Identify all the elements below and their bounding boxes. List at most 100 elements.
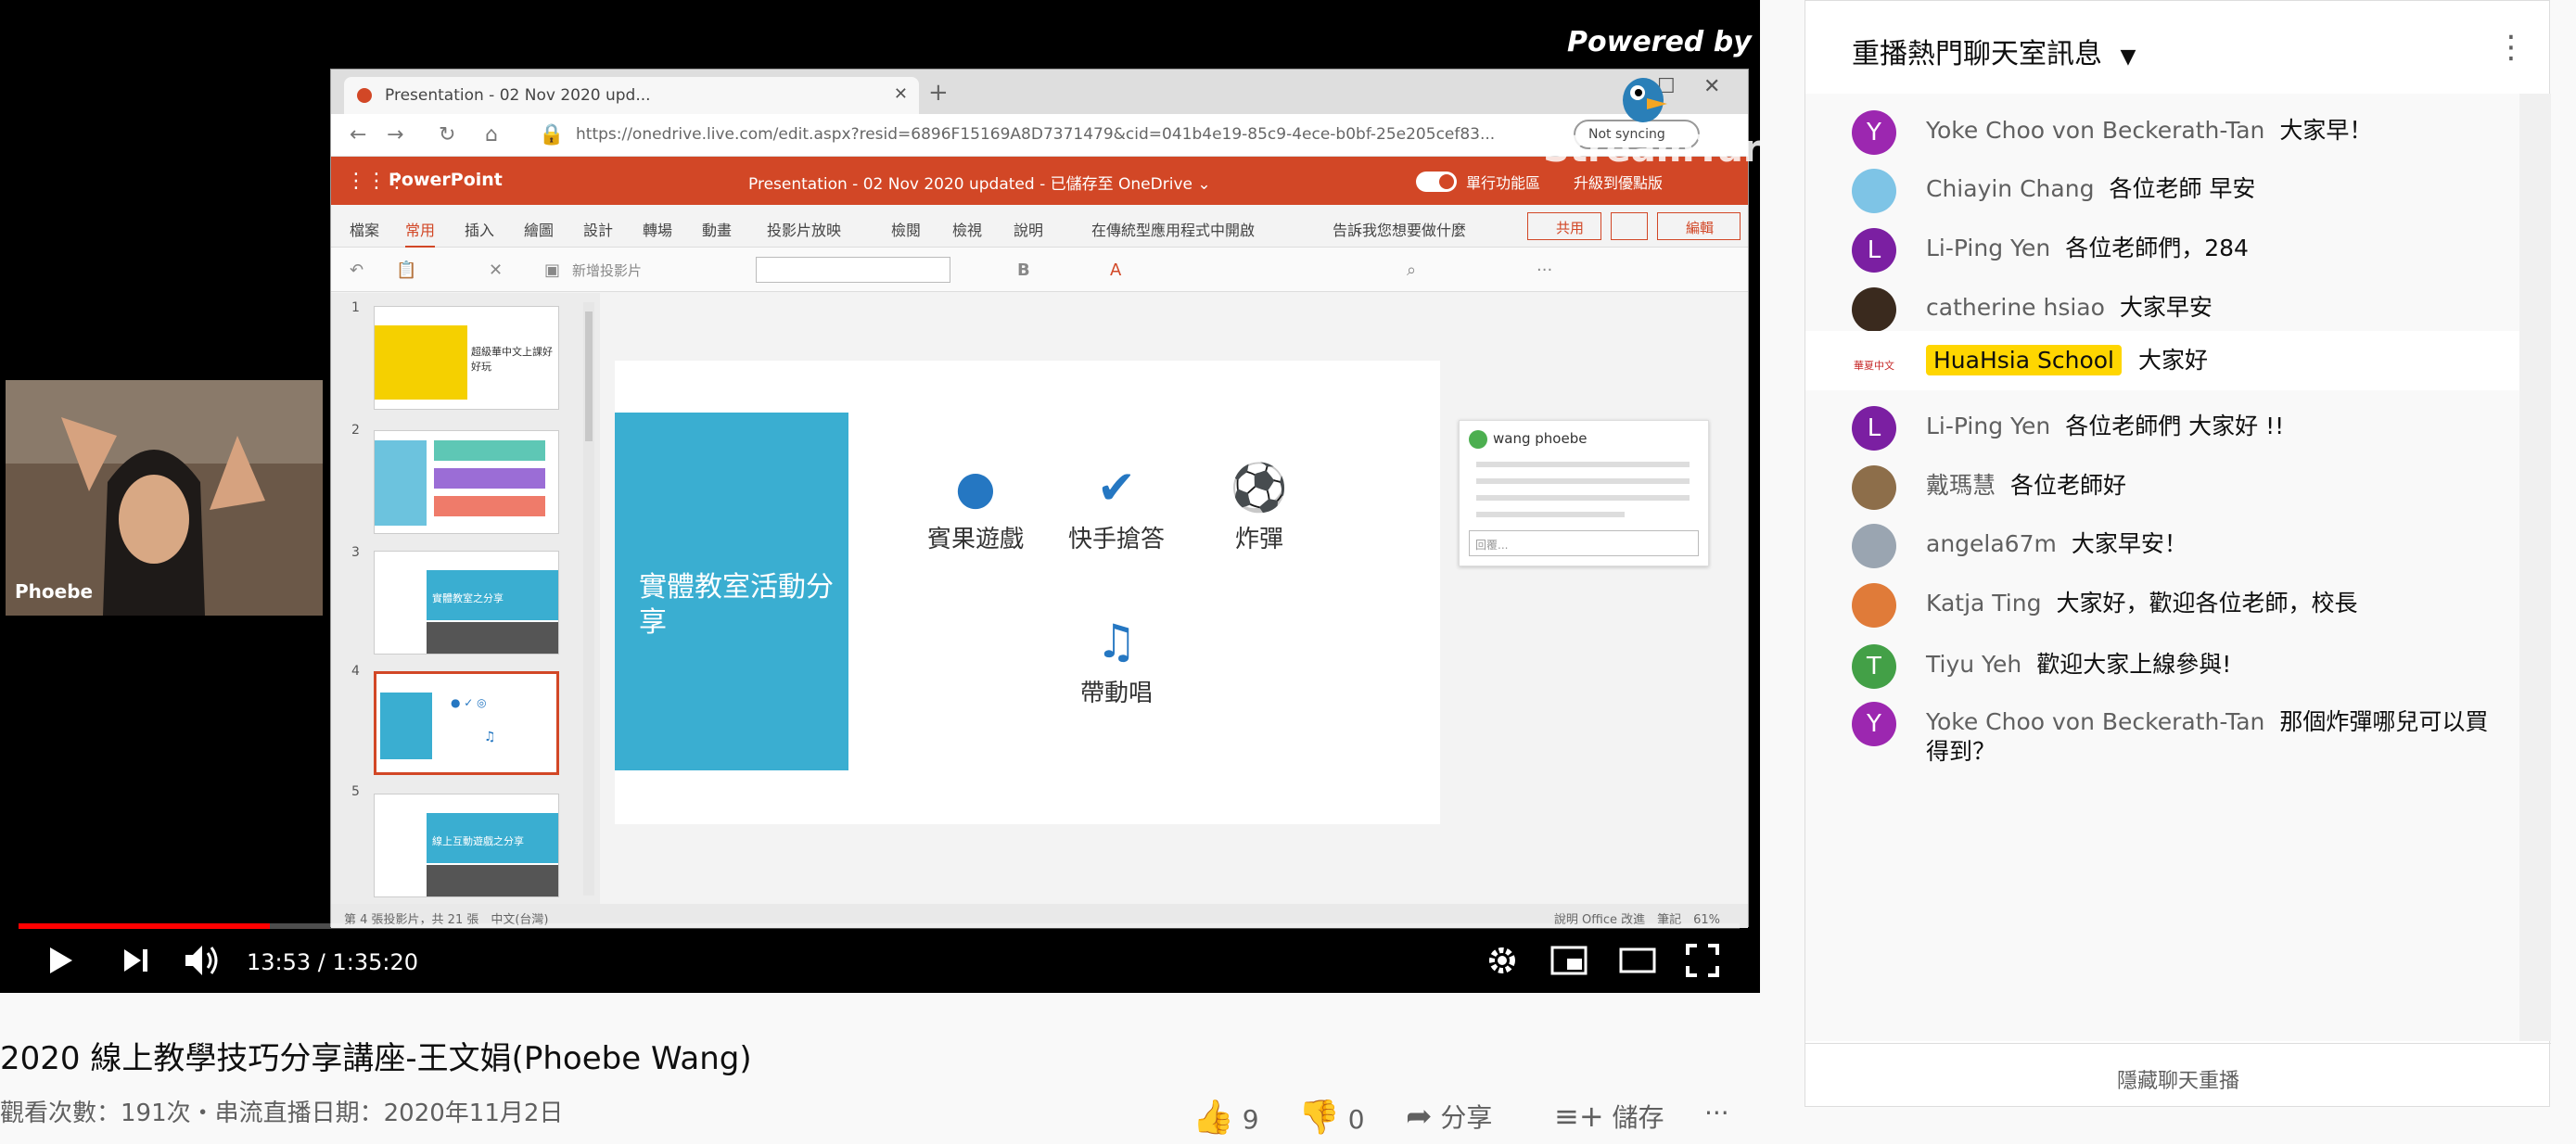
new-slide-label: 新增投影片 [572,262,643,279]
comment-popup: wang phoebe 回覆... [1459,420,1709,566]
miniplayer-button[interactable] [1550,944,1588,977]
clipboard-icon: 📋 [396,261,417,280]
chat-text: 各位老師們，284 [2065,235,2249,261]
comment-reply-input: 回覆... [1469,530,1699,556]
hide-chat-button[interactable]: 隱藏聊天重播 [1805,1043,2551,1108]
like-count: 9 [1242,1104,1259,1135]
lock-icon: 🔒 [539,123,565,146]
chat-message-text: Li-Ping Yen 各位老師們，284 [1926,234,2501,263]
chat-author[interactable]: 戴瑪慧 [1926,472,1996,499]
slide-thumbnails: 1 超級華中文上課好好玩 2 3 實體教室之分享 4 ● ✓ ◎ ♫ 5 線上互… [331,293,600,905]
avatar [1852,287,1896,332]
chat-message-text: Chiayin Chang 各位老師 早安 [1926,174,2501,204]
comment-icon [1611,212,1648,240]
avatar [1469,430,1487,449]
bold-icon: B [1017,261,1030,280]
like-button[interactable]: 👍 9 [1192,1098,1259,1137]
chat-author[interactable]: Li-Ping Yen [1926,413,2050,439]
undo-icon: ↶ [350,261,364,280]
chat-author[interactable]: Li-Ping Yen [1926,235,2050,261]
slide-number: 2 [351,423,360,438]
dislike-button[interactable]: 👎 0 [1298,1098,1365,1137]
check-icon: ✔ [1097,461,1136,515]
share-button[interactable]: ➦ 分享 [1406,1098,1492,1135]
more-actions-button[interactable]: ··· [1704,1098,1729,1128]
share-icon: ➦ [1406,1098,1433,1135]
chat-author[interactable]: Tiyu Yeh [1926,651,2021,678]
tab-insert: 插入 [465,222,495,239]
chat-menu-icon[interactable]: ⋮ [2495,29,2527,66]
chat-message: T Tiyu Yeh 歡迎大家上線參與! [1805,641,2519,693]
chat-author[interactable]: angela67m [1926,530,2057,557]
chat-text: 大家早安 [2119,294,2213,321]
caret-down-icon: ▼ [2120,45,2136,69]
play-button[interactable] [43,944,76,977]
video-title: 2020 線上教學技巧分享講座-王文娟(Phoebe Wang) [0,1040,752,1077]
slide-thumbnail: 實體教室之分享 [374,551,559,655]
progress-fill [19,923,270,929]
share-button: 共用 [1527,212,1601,240]
app-name: PowerPoint [389,170,503,190]
next-button[interactable] [119,944,152,977]
volume-button[interactable] [182,942,223,979]
chat-author[interactable]: Yoke Choo von Beckerath-Tan [1926,117,2264,144]
chat-message-text: angela67m 大家早安！ [1926,529,2501,559]
apple-icon: ● [955,461,996,515]
tab-file: 檔案 [350,222,380,239]
video-player[interactable]: Presentation - 02 Nov 2020 upd... ✕ + ☐ … [0,0,1760,993]
chat-scrollbar[interactable] [2519,94,2551,1041]
slide-title-panel: 實體教室活動分享 [615,413,848,770]
streamyard-logo: StreamYard [1543,128,1760,171]
chat-text: 歡迎大家上線參與! [2036,651,2232,678]
chat-title: 重播熱門聊天室訊息 [1852,38,2102,70]
tab-animations: 動畫 [702,222,733,239]
activity-bingo: ● 賓果遊戲 [906,455,1045,554]
slide-canvas: 實體教室活動分享 ● 賓果遊戲 ✔ 快手搶答 ⚽ 炸彈 ♫ 帶動唱 [615,361,1440,824]
browser-tab-strip: Presentation - 02 Nov 2020 upd... ✕ + ☐ … [331,70,1748,114]
chat-message-text: catherine hsiao 大家早安 [1926,293,2501,323]
soccer-ball-icon: ⚽ [1230,461,1289,515]
thumbnail-scrollbar [583,302,594,896]
chat-author[interactable]: Chiayin Chang [1926,175,2094,202]
save-button[interactable]: ≡+ 儲存 [1554,1098,1664,1135]
avatar: L [1852,406,1896,451]
tab-open-desktop: 在傳統型應用程式中開啟 [1091,222,1256,239]
chat-message: 華夏中文 HuaHsia School 大家好 [1805,331,2519,390]
shared-screen: Presentation - 02 Nov 2020 upd... ✕ + ☐ … [330,69,1749,928]
chat-author[interactable]: HuaHsia School [1926,345,2122,375]
slide-title: 實體教室活動分享 [639,571,834,639]
chat-author[interactable]: Katja Ting [1926,590,2041,616]
activity-label: 賓果遊戲 [926,526,1024,553]
chat-message-text: Katja Ting 大家好，歡迎各位老師，校長 [1926,589,2501,618]
chat-text: 各位老師好 [2010,472,2127,499]
search-icon: ⌕ [1407,261,1417,280]
tab-home: 常用 [405,218,436,248]
chat-message-text: Yoke Choo von Beckerath-Tan 大家早！ [1926,116,2501,146]
avatar: Y [1852,110,1896,155]
delete-icon: ✕ [489,261,504,280]
dislike-count: 0 [1347,1104,1365,1135]
fullscreen-button[interactable] [1686,944,1719,977]
thumbs-up-icon: 👍 [1192,1099,1234,1137]
chat-message: Y Yoke Choo von Beckerath-Tan 大家早！ [1805,107,2519,159]
chat-author[interactable]: catherine hsiao [1926,294,2105,321]
playlist-add-icon: ≡+ [1554,1099,1604,1134]
chat-author[interactable]: Yoke Choo von Beckerath-Tan [1926,708,2264,735]
chat-message-text: HuaHsia School 大家好 [1926,345,2501,375]
tab-transitions: 轉場 [643,222,673,239]
more-icon: ··· [1537,261,1553,280]
powerpoint-icon [357,88,372,103]
font-color-icon: A [1110,261,1122,280]
chat-mode-dropdown[interactable]: 重播熱門聊天室訊息 ▼ [1852,31,2136,71]
share-label: 分享 [1440,1102,1493,1133]
tell-me-search: 告訴我您想要做什麼 [1333,222,1467,239]
slide-thumbnail: 線上互動遊戲之分享 [374,794,559,897]
settings-gear-icon[interactable] [1486,944,1519,977]
progress-bar[interactable] [19,923,1740,929]
browser-tab: Presentation - 02 Nov 2020 upd... ✕ [344,77,919,114]
chat-message-text: Yoke Choo von Beckerath-Tan 那個炸彈哪兒可以買得到？ [1926,707,2501,767]
theater-mode-button[interactable] [1619,946,1656,975]
font-name-box [756,257,950,283]
chat-replay-panel: 重播熱門聊天室訊息 ▼ ⋮ Y Yoke Choo von Beckerath-T… [1804,0,2551,1108]
ribbon-toggle [1416,172,1457,192]
